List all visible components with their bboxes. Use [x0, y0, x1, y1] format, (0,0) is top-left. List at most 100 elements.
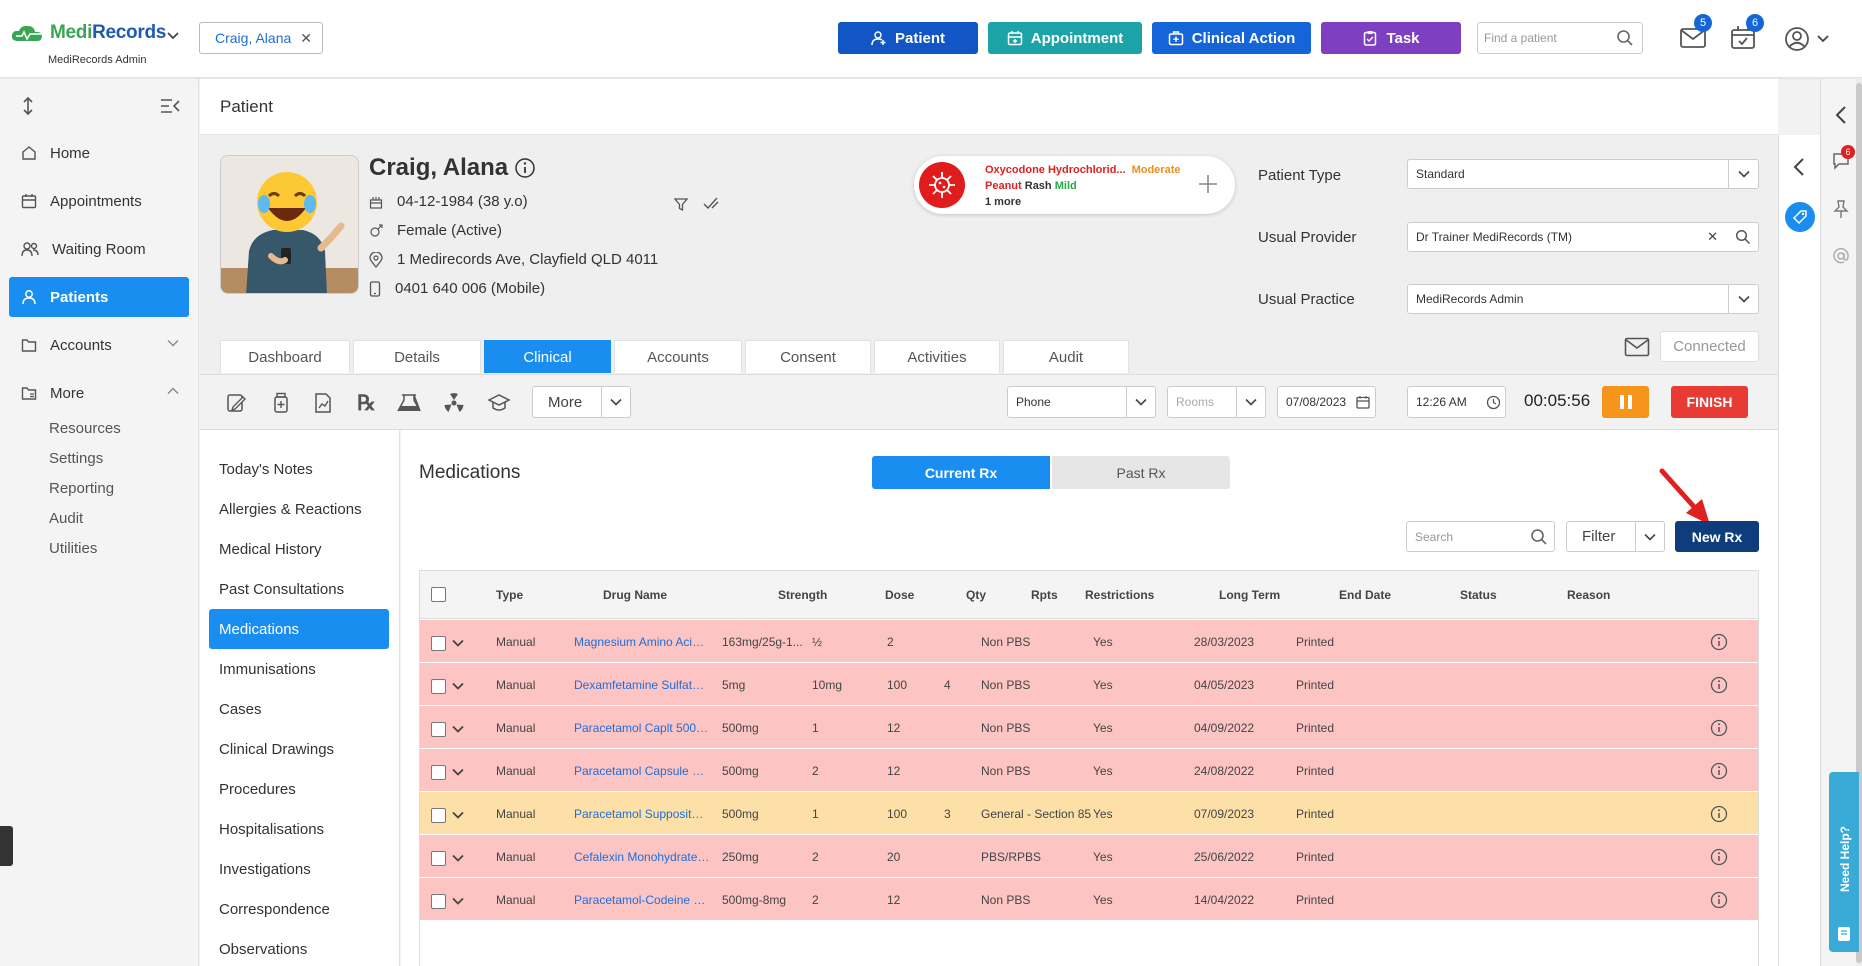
column-header[interactable]: Dose [885, 588, 914, 602]
expand-row-icon[interactable] [452, 897, 464, 905]
resize-vertical-icon[interactable] [20, 96, 36, 116]
column-header[interactable]: Strength [778, 588, 827, 602]
new-appointment-button[interactable]: Appointment [988, 22, 1142, 54]
clinical-menu-item[interactable]: Today's Notes [209, 449, 389, 489]
drug-name-link[interactable]: Paracetamol-Codeine Ph... [574, 893, 710, 907]
nav-sub-utilities[interactable]: Utilities [49, 540, 97, 557]
clinical-action-button[interactable]: Clinical Action [1152, 22, 1311, 54]
allergy-summary[interactable]: Oxycodone Hydrochlorid... Moderate Peanut… [914, 156, 1235, 214]
clinical-menu-item[interactable]: Investigations [209, 849, 389, 889]
select-all-checkbox[interactable] [431, 587, 446, 602]
tab-consent[interactable]: Consent [745, 340, 871, 373]
allergy-more[interactable]: 1 more [985, 196, 1021, 208]
info-icon[interactable] [1710, 805, 1728, 823]
usual-provider-input[interactable]: Dr Trainer MediRecords (TM) ✕ [1407, 222, 1759, 252]
current-rx-tab[interactable]: Current Rx [872, 456, 1050, 489]
nav-item-home[interactable]: Home [9, 133, 189, 173]
drug-name-link[interactable]: Cefalexin Monohydrate C... [574, 850, 710, 864]
clinical-menu-item[interactable]: Hospitalisations [209, 809, 389, 849]
row-checkbox[interactable] [431, 722, 446, 737]
tab-dashboard[interactable]: Dashboard [220, 340, 350, 373]
column-header[interactable]: Qty [966, 588, 986, 602]
search-icon[interactable] [1735, 229, 1751, 245]
patient-photo[interactable] [220, 155, 359, 294]
tab-accounts[interactable]: Accounts [614, 340, 742, 373]
table-row[interactable]: Manual Paracetamol Caplt 500mg 500mg 1 12 Non… [420, 706, 1758, 749]
clinical-menu-item[interactable]: Observations [209, 929, 389, 966]
clinical-menu-item[interactable]: Medical History [209, 529, 389, 569]
drug-name-link[interactable]: Paracetamol Capsule 500... [574, 764, 710, 778]
medication-search-input[interactable]: Search [1406, 521, 1555, 552]
table-row[interactable]: Manual Magnesium Amino Acid C... 163mg/25g… [420, 620, 1758, 663]
expand-row-icon[interactable] [452, 811, 464, 819]
open-patient-chip[interactable]: Craig, Alana ✕ [199, 22, 323, 54]
usual-practice-select[interactable]: MediRecords Admin [1407, 284, 1759, 314]
filter-dropdown[interactable]: Filter [1566, 521, 1665, 552]
info-icon[interactable] [514, 157, 536, 179]
row-checkbox[interactable] [431, 808, 446, 823]
lab-flask-icon[interactable] [396, 392, 422, 414]
user-profile-icon[interactable] [1784, 26, 1810, 52]
expand-row-icon[interactable] [452, 725, 464, 733]
clinical-menu-item[interactable]: Correspondence [209, 889, 389, 929]
rooms-select[interactable]: Rooms [1167, 386, 1266, 418]
edit-note-icon[interactable] [225, 392, 247, 414]
medirecords-logo[interactable]: MediRecords [10, 22, 166, 44]
past-rx-tab[interactable]: Past Rx [1052, 456, 1230, 489]
education-cap-icon[interactable] [487, 392, 511, 414]
info-icon[interactable] [1710, 676, 1728, 694]
nav-sub-resources[interactable]: Resources [49, 420, 121, 437]
chevron-left-icon[interactable] [1793, 157, 1805, 177]
mail-icon[interactable] [1624, 337, 1650, 357]
contact-mode-select[interactable]: Phone [1007, 386, 1156, 418]
column-header[interactable]: Reason [1567, 588, 1610, 602]
nav-sub-audit[interactable]: Audit [49, 510, 83, 527]
find-patient-input[interactable]: Find a patient [1477, 22, 1643, 54]
nav-item-waiting-room[interactable]: Waiting Room [9, 229, 189, 269]
column-header[interactable]: Type [496, 588, 523, 602]
new-task-button[interactable]: Task [1321, 22, 1461, 54]
pause-button[interactable] [1602, 386, 1649, 418]
calendar-icon[interactable] [1356, 395, 1370, 409]
tag-button[interactable] [1785, 202, 1815, 232]
drug-name-link[interactable]: Paracetamol Caplt 500mg [574, 721, 710, 735]
consult-date-input[interactable]: 07/08/2023 [1277, 386, 1376, 418]
expand-row-icon[interactable] [452, 639, 464, 647]
need-help-tab[interactable]: Need Help? [1829, 772, 1859, 952]
column-header[interactable]: Long Term [1219, 588, 1280, 602]
tab-activities[interactable]: Activities [874, 340, 1000, 373]
finish-button[interactable]: FINISH [1671, 386, 1748, 418]
new-patient-button[interactable]: Patient [838, 22, 978, 54]
clinical-menu-item[interactable]: Past Consultations [209, 569, 389, 609]
at-sign-icon[interactable] [1832, 247, 1850, 265]
patient-type-select[interactable]: Standard [1407, 159, 1759, 189]
new-rx-button[interactable]: New Rx [1675, 521, 1759, 552]
table-row[interactable]: Manual Paracetamol Suppository... 500mg 1 10… [420, 792, 1758, 835]
clear-icon[interactable]: ✕ [1707, 229, 1718, 245]
filter-funnel-icon[interactable] [673, 196, 689, 212]
search-icon[interactable] [1530, 528, 1548, 546]
clock-icon[interactable] [1486, 395, 1501, 410]
rx-icon[interactable]: ℞ [357, 390, 376, 415]
pin-icon[interactable] [1832, 199, 1850, 219]
clinical-menu-item[interactable]: Allergies & Reactions [209, 489, 389, 529]
table-row[interactable]: Manual Dexamfetamine Sulfate T... 5mg 10mg 1… [420, 663, 1758, 706]
search-icon[interactable] [1616, 29, 1634, 47]
row-checkbox[interactable] [431, 679, 446, 694]
drug-name-link[interactable]: Magnesium Amino Acid C... [574, 635, 710, 649]
info-icon[interactable] [1710, 891, 1728, 909]
clinical-menu-item[interactable]: Cases [209, 689, 389, 729]
prescription-bottle-icon[interactable] [270, 392, 292, 414]
row-checkbox[interactable] [431, 894, 446, 909]
expand-row-icon[interactable] [452, 682, 464, 690]
edit-check-icon[interactable] [702, 196, 720, 212]
radiation-icon[interactable] [443, 392, 465, 414]
add-allergy-icon[interactable] [1197, 173, 1219, 195]
table-row[interactable]: Manual Cefalexin Monohydrate C... 250mg 2 20… [420, 835, 1758, 878]
info-icon[interactable] [1710, 762, 1728, 780]
row-checkbox[interactable] [431, 765, 446, 780]
clinical-menu-item[interactable]: Procedures [209, 769, 389, 809]
nav-item-accounts[interactable]: Accounts [9, 325, 189, 365]
info-icon[interactable] [1710, 719, 1728, 737]
chevron-down-icon[interactable] [1817, 34, 1829, 44]
